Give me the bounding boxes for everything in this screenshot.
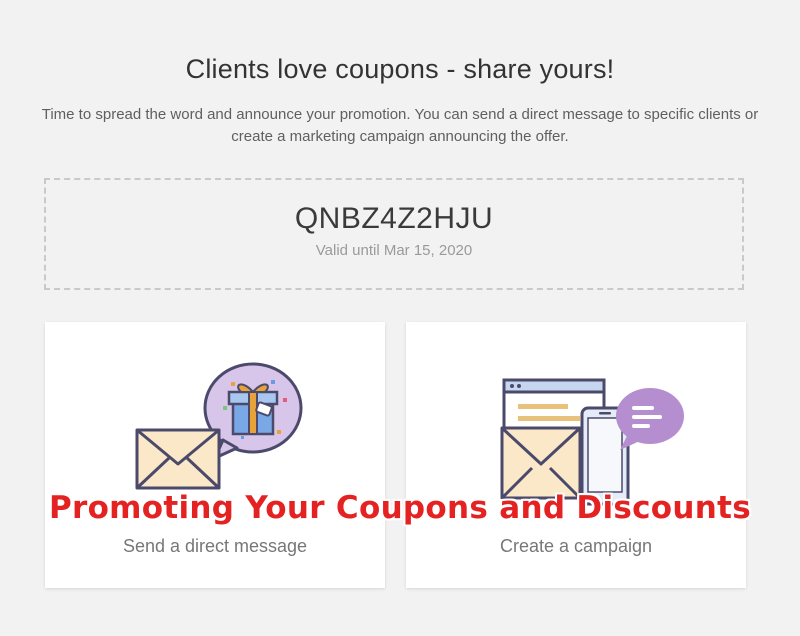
send-direct-message-label: Send a direct message (122, 536, 308, 556)
create-campaign-label: Create a campaign (499, 536, 653, 556)
coupon-validity: Valid until Mar 15, 2020 (315, 242, 473, 259)
coupon-code-box: QNBZ4Z2HJU Valid until Mar 15, 2020 (44, 178, 744, 290)
create-campaign-card[interactable]: Create a campaign (406, 322, 746, 588)
coupon-code[interactable]: QNBZ4Z2HJU (46, 202, 742, 236)
page-description: Time to spread the word and announce you… (41, 106, 759, 145)
send-direct-message-card[interactable]: Send a direct message (45, 322, 385, 588)
page-title: Clients love coupons - share yours! (185, 54, 615, 84)
